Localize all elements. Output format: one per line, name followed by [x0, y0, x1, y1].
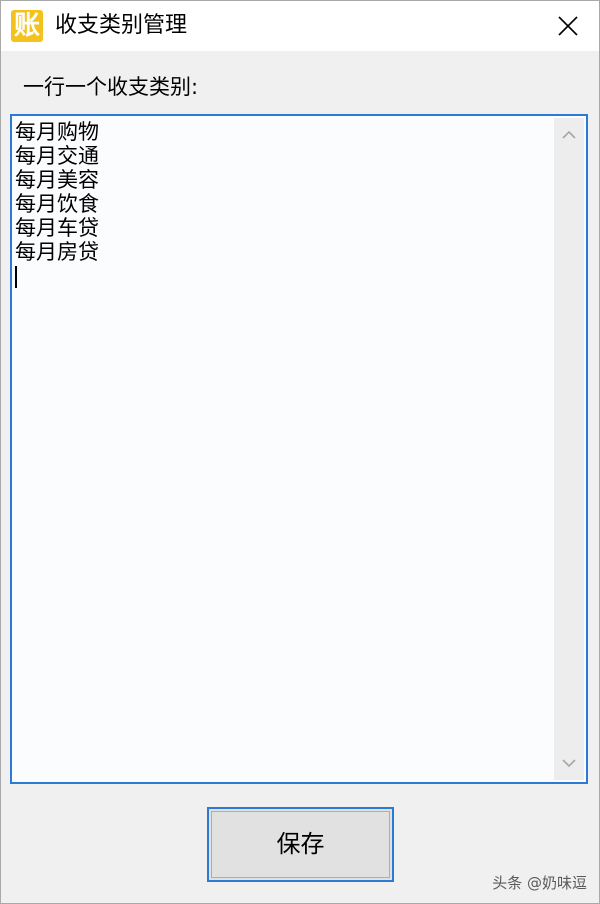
save-button[interactable]: 保存: [207, 807, 394, 882]
categories-textarea[interactable]: 每月购物 每月交通 每月美容 每月饮食 每月车贷 每月房贷: [10, 114, 588, 784]
app-icon: 账: [11, 10, 43, 42]
close-button[interactable]: [553, 11, 583, 41]
category-line: 每月车贷: [15, 216, 99, 240]
watermark: 头条 @奶味逗: [492, 874, 587, 892]
textarea-content: 每月购物 每月交通 每月美容 每月饮食 每月车贷 每月房贷: [15, 120, 555, 288]
category-line: 每月购物: [15, 120, 99, 144]
vertical-scrollbar[interactable]: [554, 118, 584, 780]
title-bar: 账 收支类别管理: [1, 1, 599, 51]
chevron-down-icon: [562, 759, 576, 768]
scroll-up-button[interactable]: [554, 120, 584, 150]
category-line: 每月交通: [15, 144, 99, 168]
category-line: 每月房贷: [15, 240, 99, 264]
category-line: 每月饮食: [15, 192, 99, 216]
instruction-label: 一行一个收支类别:: [23, 75, 199, 99]
text-caret: [15, 266, 17, 288]
save-button-focus-border: [211, 811, 390, 878]
scroll-down-button[interactable]: [554, 748, 584, 778]
dialog-window: 账 收支类别管理 一行一个收支类别: 每月购物 每月交通 每月美容 每月饮食 每…: [0, 0, 600, 904]
window-title: 收支类别管理: [55, 13, 188, 38]
close-icon: [558, 16, 578, 36]
category-line: 每月美容: [15, 168, 99, 192]
caret-line: [15, 264, 555, 288]
chevron-up-icon: [562, 130, 576, 139]
